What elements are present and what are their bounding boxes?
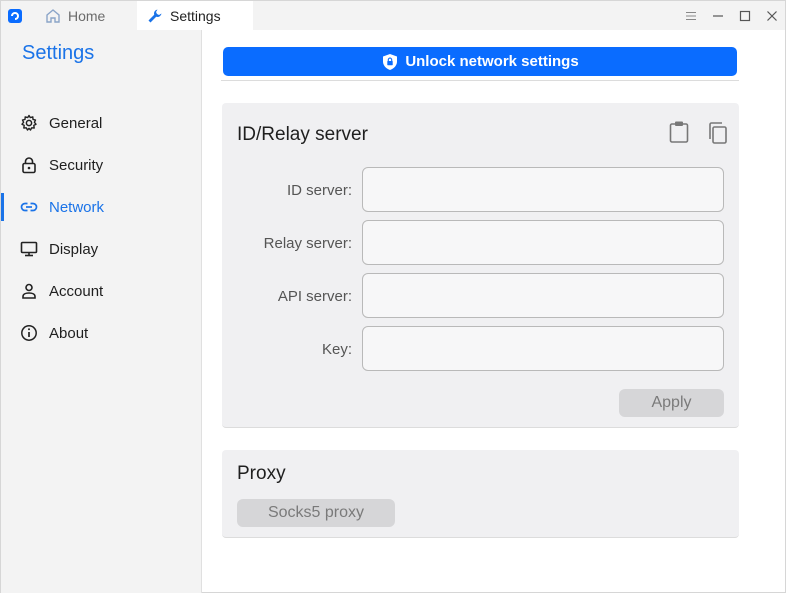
app-window: Home Settings Settings General Security … xyxy=(0,0,786,593)
info-icon xyxy=(21,325,37,341)
sidebar-item-label: Account xyxy=(49,282,104,300)
close-icon xyxy=(767,11,777,21)
tab-settings-label: Settings xyxy=(170,7,221,24)
person-icon xyxy=(22,283,36,299)
menu-button[interactable] xyxy=(682,7,700,25)
tab-settings[interactable]: Settings xyxy=(137,1,253,30)
apply-button[interactable]: Apply xyxy=(619,389,724,417)
clipboard-icon[interactable] xyxy=(668,120,690,144)
minimize-icon xyxy=(713,15,723,17)
hamburger-icon xyxy=(686,12,696,20)
key-label: Key: xyxy=(321,341,352,358)
sidebar-title: Settings xyxy=(22,42,95,64)
sidebar-item-general[interactable]: General xyxy=(1,107,201,139)
shield-icon xyxy=(383,53,398,70)
lock-icon xyxy=(22,157,36,174)
app-logo-icon xyxy=(8,9,22,23)
relay-server-label: Relay server: xyxy=(263,235,352,252)
title-bar: Home Settings xyxy=(1,1,785,30)
gear-icon xyxy=(21,114,37,131)
home-icon xyxy=(46,8,60,23)
relay-card-title: ID/Relay server xyxy=(237,124,368,145)
relay-server-card: ID/Relay server ID server: Relay server:… xyxy=(222,103,739,428)
maximize-icon xyxy=(739,10,751,22)
api-server-label: API server: xyxy=(277,288,352,305)
key-input[interactable] xyxy=(362,326,724,371)
proxy-card-title: Proxy xyxy=(237,463,286,484)
sidebar-item-display[interactable]: Display xyxy=(1,233,201,265)
relay-server-input[interactable] xyxy=(362,220,724,265)
sidebar-item-label: About xyxy=(49,324,89,342)
sidebar-item-network[interactable]: Network xyxy=(1,191,201,223)
unlock-section: Unlock network settings xyxy=(221,45,739,81)
unlock-label: Unlock network settings xyxy=(405,53,579,70)
socks5-proxy-button[interactable]: Socks5 proxy xyxy=(237,499,395,527)
id-server-input[interactable] xyxy=(362,167,724,212)
id-server-label: ID server: xyxy=(286,182,352,199)
maximize-button[interactable] xyxy=(736,7,754,25)
proxy-card: Proxy Socks5 proxy xyxy=(222,450,739,538)
sidebar-item-label: Network xyxy=(49,198,105,216)
sidebar-item-about[interactable]: About xyxy=(1,317,201,349)
link-icon xyxy=(20,202,38,212)
tab-home-label: Home xyxy=(68,7,106,24)
sidebar-item-label: General xyxy=(49,114,103,132)
sidebar-item-account[interactable]: Account xyxy=(1,275,201,307)
unlock-network-settings-button[interactable]: Unlock network settings xyxy=(223,47,737,76)
monitor-icon xyxy=(20,241,38,257)
sidebar: Settings General Security Network Displa… xyxy=(1,30,202,593)
minimize-button[interactable] xyxy=(709,7,727,25)
sidebar-item-label: Security xyxy=(49,156,104,174)
wrench-icon xyxy=(148,9,162,22)
sidebar-item-label: Display xyxy=(49,240,99,258)
copy-icon[interactable] xyxy=(707,121,729,145)
close-button[interactable] xyxy=(763,7,781,25)
tab-home[interactable]: Home xyxy=(33,1,137,30)
sidebar-item-security[interactable]: Security xyxy=(1,149,201,181)
api-server-input[interactable] xyxy=(362,273,724,318)
